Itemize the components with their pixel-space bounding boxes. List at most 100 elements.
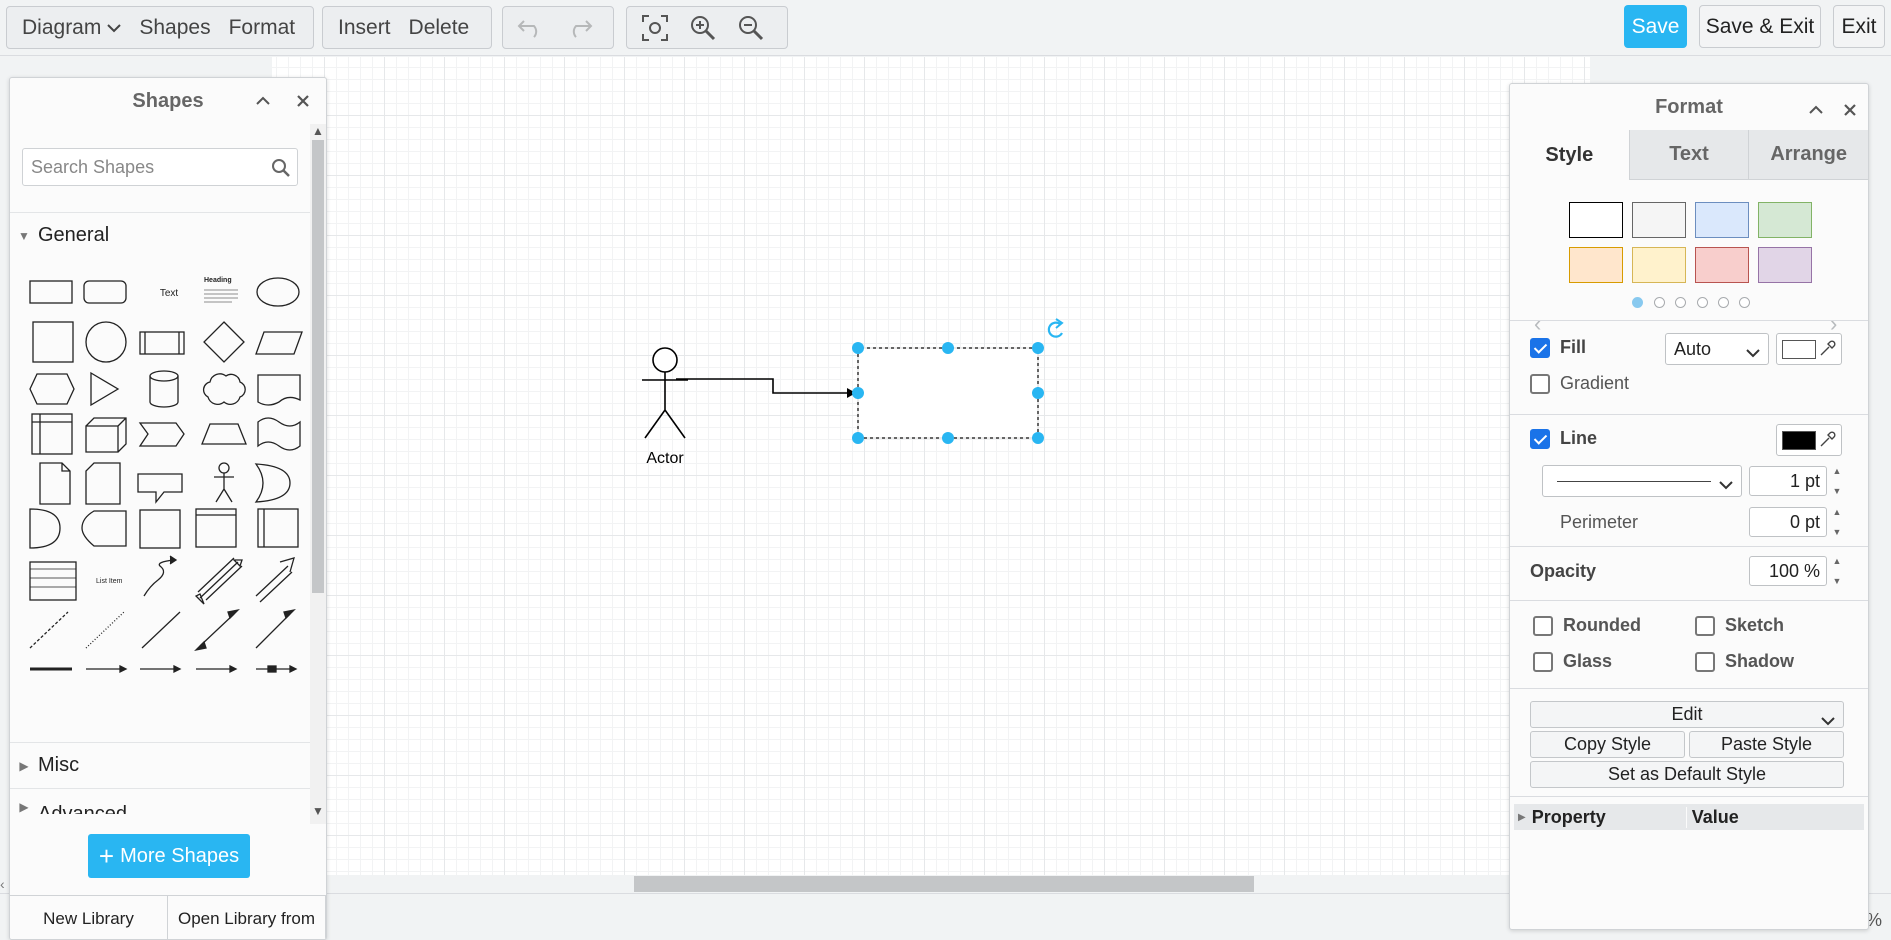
bidirectional-connector-shape[interactable]	[194, 608, 240, 652]
parallelogram-shape[interactable]	[255, 331, 303, 355]
gradient-checkbox[interactable]	[1530, 374, 1550, 394]
shadow-checkbox[interactable]	[1695, 652, 1715, 672]
section-general[interactable]: ▼ General	[10, 212, 310, 258]
edit-dropdown[interactable]: Edit	[1530, 701, 1844, 728]
set-default-style-button[interactable]: Set as Default Style	[1530, 761, 1844, 788]
text-shape[interactable]: Text	[160, 288, 179, 299]
search-input[interactable]	[23, 149, 253, 185]
connector-with-symbol-shape[interactable]	[256, 664, 298, 674]
property-table-header[interactable]: ▶ Property Value	[1514, 804, 1864, 830]
style-swatch[interactable]	[1695, 202, 1749, 238]
container-shape[interactable]	[139, 509, 181, 549]
scroll-down-icon[interactable]: ▼	[312, 804, 324, 818]
style-swatch[interactable]	[1758, 247, 1812, 283]
style-page-dot[interactable]	[1697, 297, 1708, 308]
vertical-container-shape[interactable]	[257, 508, 299, 548]
bidirectional-arrow-shape[interactable]	[194, 557, 243, 605]
connector-with-2-labels-shape[interactable]	[140, 664, 182, 674]
style-swatch[interactable]	[1632, 247, 1686, 283]
opacity-stepper[interactable]: 100 % ▲ ▼	[1749, 556, 1844, 586]
style-swatch[interactable]	[1569, 202, 1623, 238]
shapes-scroll-thumb[interactable]	[312, 140, 324, 593]
actor-shape-icon[interactable]	[214, 462, 234, 503]
connector-with-label-shape[interactable]	[86, 664, 128, 674]
rotate-handle-icon[interactable]	[1047, 318, 1064, 338]
card-shape[interactable]	[85, 462, 121, 505]
close-icon[interactable]	[1837, 97, 1863, 123]
process-shape[interactable]	[139, 331, 185, 355]
shapes-menu[interactable]: Shapes	[130, 8, 219, 48]
list-item-shape[interactable]: List Item	[96, 578, 123, 585]
perimeter-stepper[interactable]: 0 pt ▲ ▼	[1749, 507, 1844, 537]
style-swatch[interactable]	[1695, 247, 1749, 283]
sketch-checkbox[interactable]	[1695, 616, 1715, 636]
display-shape[interactable]	[81, 510, 127, 547]
exit-button[interactable]: Exit	[1833, 5, 1885, 48]
arrow-shape[interactable]	[255, 557, 295, 603]
directional-connector-shape[interactable]	[255, 608, 296, 649]
cube-shape[interactable]	[85, 417, 127, 453]
delete-button[interactable]: Delete	[400, 8, 479, 48]
collapse-icon[interactable]	[1803, 97, 1829, 123]
tab-arrange[interactable]: Arrange	[1748, 130, 1868, 180]
style-swatch[interactable]	[1758, 202, 1812, 238]
textbox-shape[interactable]: Heading	[204, 277, 238, 303]
zoom-out-icon[interactable]	[727, 8, 775, 48]
stepper-arrows-icon[interactable]: ▲ ▼	[1830, 466, 1844, 496]
document-shape[interactable]	[257, 374, 301, 406]
trapezoid-shape[interactable]	[201, 423, 247, 445]
search-icon[interactable]	[271, 158, 291, 183]
diamond-shape[interactable]	[203, 321, 245, 363]
zoom-in-icon[interactable]	[679, 8, 727, 48]
prev-styles-icon[interactable]: ‹	[1534, 311, 1541, 337]
step-shape[interactable]	[138, 422, 185, 447]
stepper-arrows-icon[interactable]: ▲ ▼	[1830, 556, 1844, 586]
format-menu[interactable]: Format	[220, 8, 305, 48]
glass-checkbox[interactable]	[1533, 652, 1553, 672]
fill-checkbox[interactable]	[1530, 338, 1550, 358]
fit-page-icon[interactable]	[631, 8, 679, 48]
undo-icon[interactable]	[507, 8, 555, 48]
hexagon-shape[interactable]	[29, 373, 75, 405]
style-page-dot[interactable]	[1632, 297, 1643, 308]
style-swatch[interactable]	[1632, 202, 1686, 238]
stepper-arrows-icon[interactable]: ▲ ▼	[1830, 507, 1844, 537]
style-page-dot[interactable]	[1675, 297, 1686, 308]
delay-shape[interactable]	[29, 508, 61, 549]
ellipse-shape[interactable]	[256, 277, 300, 307]
drawing-canvas[interactable]: Actor	[272, 57, 1590, 875]
paste-style-button[interactable]: Paste Style	[1689, 731, 1844, 758]
cylinder-shape[interactable]	[149, 370, 179, 408]
connector-with-3-labels-shape[interactable]	[196, 664, 238, 674]
fill-type-select[interactable]: Auto	[1665, 333, 1769, 365]
diagram-menu[interactable]: Diagram	[13, 8, 130, 48]
dashed-line-shape[interactable]	[29, 611, 69, 649]
triangle-shape[interactable]	[90, 371, 120, 407]
line-shape[interactable]	[141, 611, 181, 649]
new-library-button[interactable]: New Library	[10, 896, 168, 939]
selected-rectangle[interactable]	[857, 347, 1039, 439]
line-checkbox[interactable]	[1530, 429, 1550, 449]
save-exit-button[interactable]: Save & Exit	[1699, 5, 1821, 48]
section-misc[interactable]: ▶ Misc	[10, 742, 310, 788]
style-page-dot[interactable]	[1739, 297, 1750, 308]
close-icon[interactable]	[290, 88, 316, 114]
tab-text[interactable]: Text	[1628, 130, 1749, 180]
dotted-line-shape[interactable]	[85, 611, 125, 649]
fill-color-button[interactable]	[1776, 333, 1842, 365]
callout-shape[interactable]	[137, 473, 183, 504]
connector-edge[interactable]	[676, 378, 856, 398]
note-shape[interactable]	[39, 462, 71, 505]
line-color-button[interactable]	[1776, 424, 1842, 456]
square-shape[interactable]	[32, 321, 74, 363]
more-shapes-button[interactable]: + More Shapes	[88, 834, 250, 878]
copy-style-button[interactable]: Copy Style	[1530, 731, 1685, 758]
scroll-up-icon[interactable]: ▲	[312, 124, 324, 138]
redo-icon[interactable]	[555, 8, 603, 48]
curve-shape[interactable]	[143, 555, 178, 597]
save-button[interactable]: Save	[1624, 5, 1687, 48]
horizontal-scroll-thumb[interactable]	[634, 876, 1254, 892]
style-swatch[interactable]	[1569, 247, 1623, 283]
cloud-shape[interactable]	[202, 373, 246, 405]
search-shapes-field[interactable]	[22, 148, 298, 186]
